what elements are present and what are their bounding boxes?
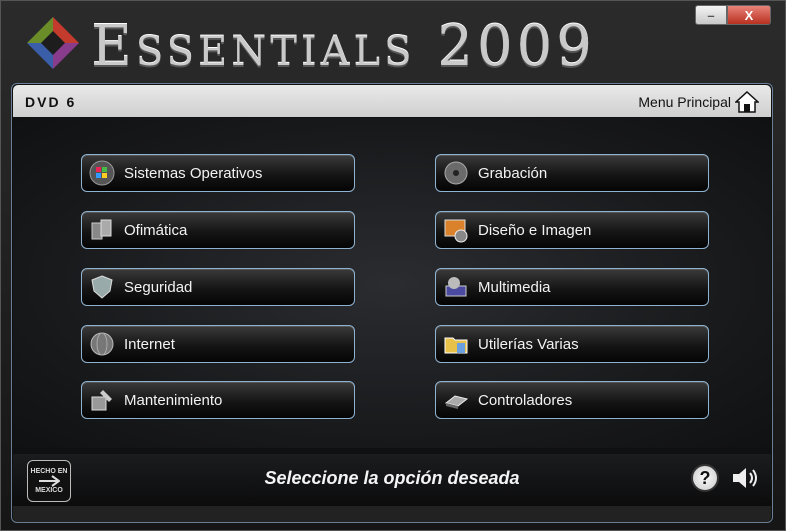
mantenimiento-button[interactable]: Mantenimiento [81,381,355,419]
home-icon [735,91,759,113]
menu-principal-label: Menu Principal [638,94,731,110]
status-message: Seleccione la opción deseada [264,468,520,488]
menu-item-label: Sistemas Operativos [124,164,263,182]
app-title-rest: SSENTIALS [135,29,416,75]
windows-icon [88,159,116,187]
internet-button[interactable]: Internet [81,325,355,363]
menu-item-label: Ofimática [124,221,188,239]
office-icon [88,216,116,244]
logo-icon [27,17,79,69]
tools-icon [88,386,116,414]
minimize-button[interactable]: – [695,5,727,25]
close-button[interactable]: X [727,5,771,25]
diseno-imagen-button[interactable]: Diseño e Imagen [435,211,709,249]
media-icon [442,273,470,301]
window-controls: – X [695,5,771,25]
menu-item-label: Multimedia [478,278,551,296]
seguridad-button[interactable]: Seguridad [81,268,355,306]
multimedia-button[interactable]: Multimedia [435,268,709,306]
utilerias-varias-button[interactable]: Utilerías Varias [435,325,709,363]
help-button[interactable]: ? [691,464,719,492]
grabacion-button[interactable]: Grabación [435,154,709,192]
menu-item-label: Diseño e Imagen [478,221,592,239]
app-title: ESSENTIALS 2009 [91,15,596,84]
menu-item-label: Controladores [478,391,573,409]
dvd-label: DVD 6 [25,94,77,110]
hardware-icon [442,386,470,414]
shield-icon [88,273,116,301]
subheader-bar: DVD 6 Menu Principal [13,85,771,117]
menu-item-label: Grabación [478,164,548,182]
speaker-icon[interactable] [729,462,761,494]
menu-item-label: Seguridad [124,278,193,296]
menu-principal-link[interactable]: Menu Principal [638,91,759,113]
sistemas-operativos-button[interactable]: Sistemas Operativos [81,154,355,192]
bottom-strip [13,506,771,522]
menu-area: Sistemas Operativos Ofimática Seguridad … [13,118,771,448]
globe-icon [88,330,116,358]
footer-bar: HECHO EN MEXICO Seleccione la opción des… [13,454,771,506]
controladores-button[interactable]: Controladores [435,381,709,419]
disc-icon [442,159,470,187]
app-window: ESSENTIALS 2009 – X DVD 6 Menu Principal… [0,0,786,531]
app-title-year: 2009 [437,14,596,79]
app-title-initial: E [91,14,136,79]
ofimatica-button[interactable]: Ofimática [81,211,355,249]
menu-item-label: Utilerías Varias [478,335,579,353]
main-panel: DVD 6 Menu Principal Sistemas Operativos… [11,83,773,523]
folder-icon [442,330,470,358]
menu-item-label: Mantenimiento [124,391,223,409]
menu-item-label: Internet [124,335,175,353]
picture-icon [442,216,470,244]
